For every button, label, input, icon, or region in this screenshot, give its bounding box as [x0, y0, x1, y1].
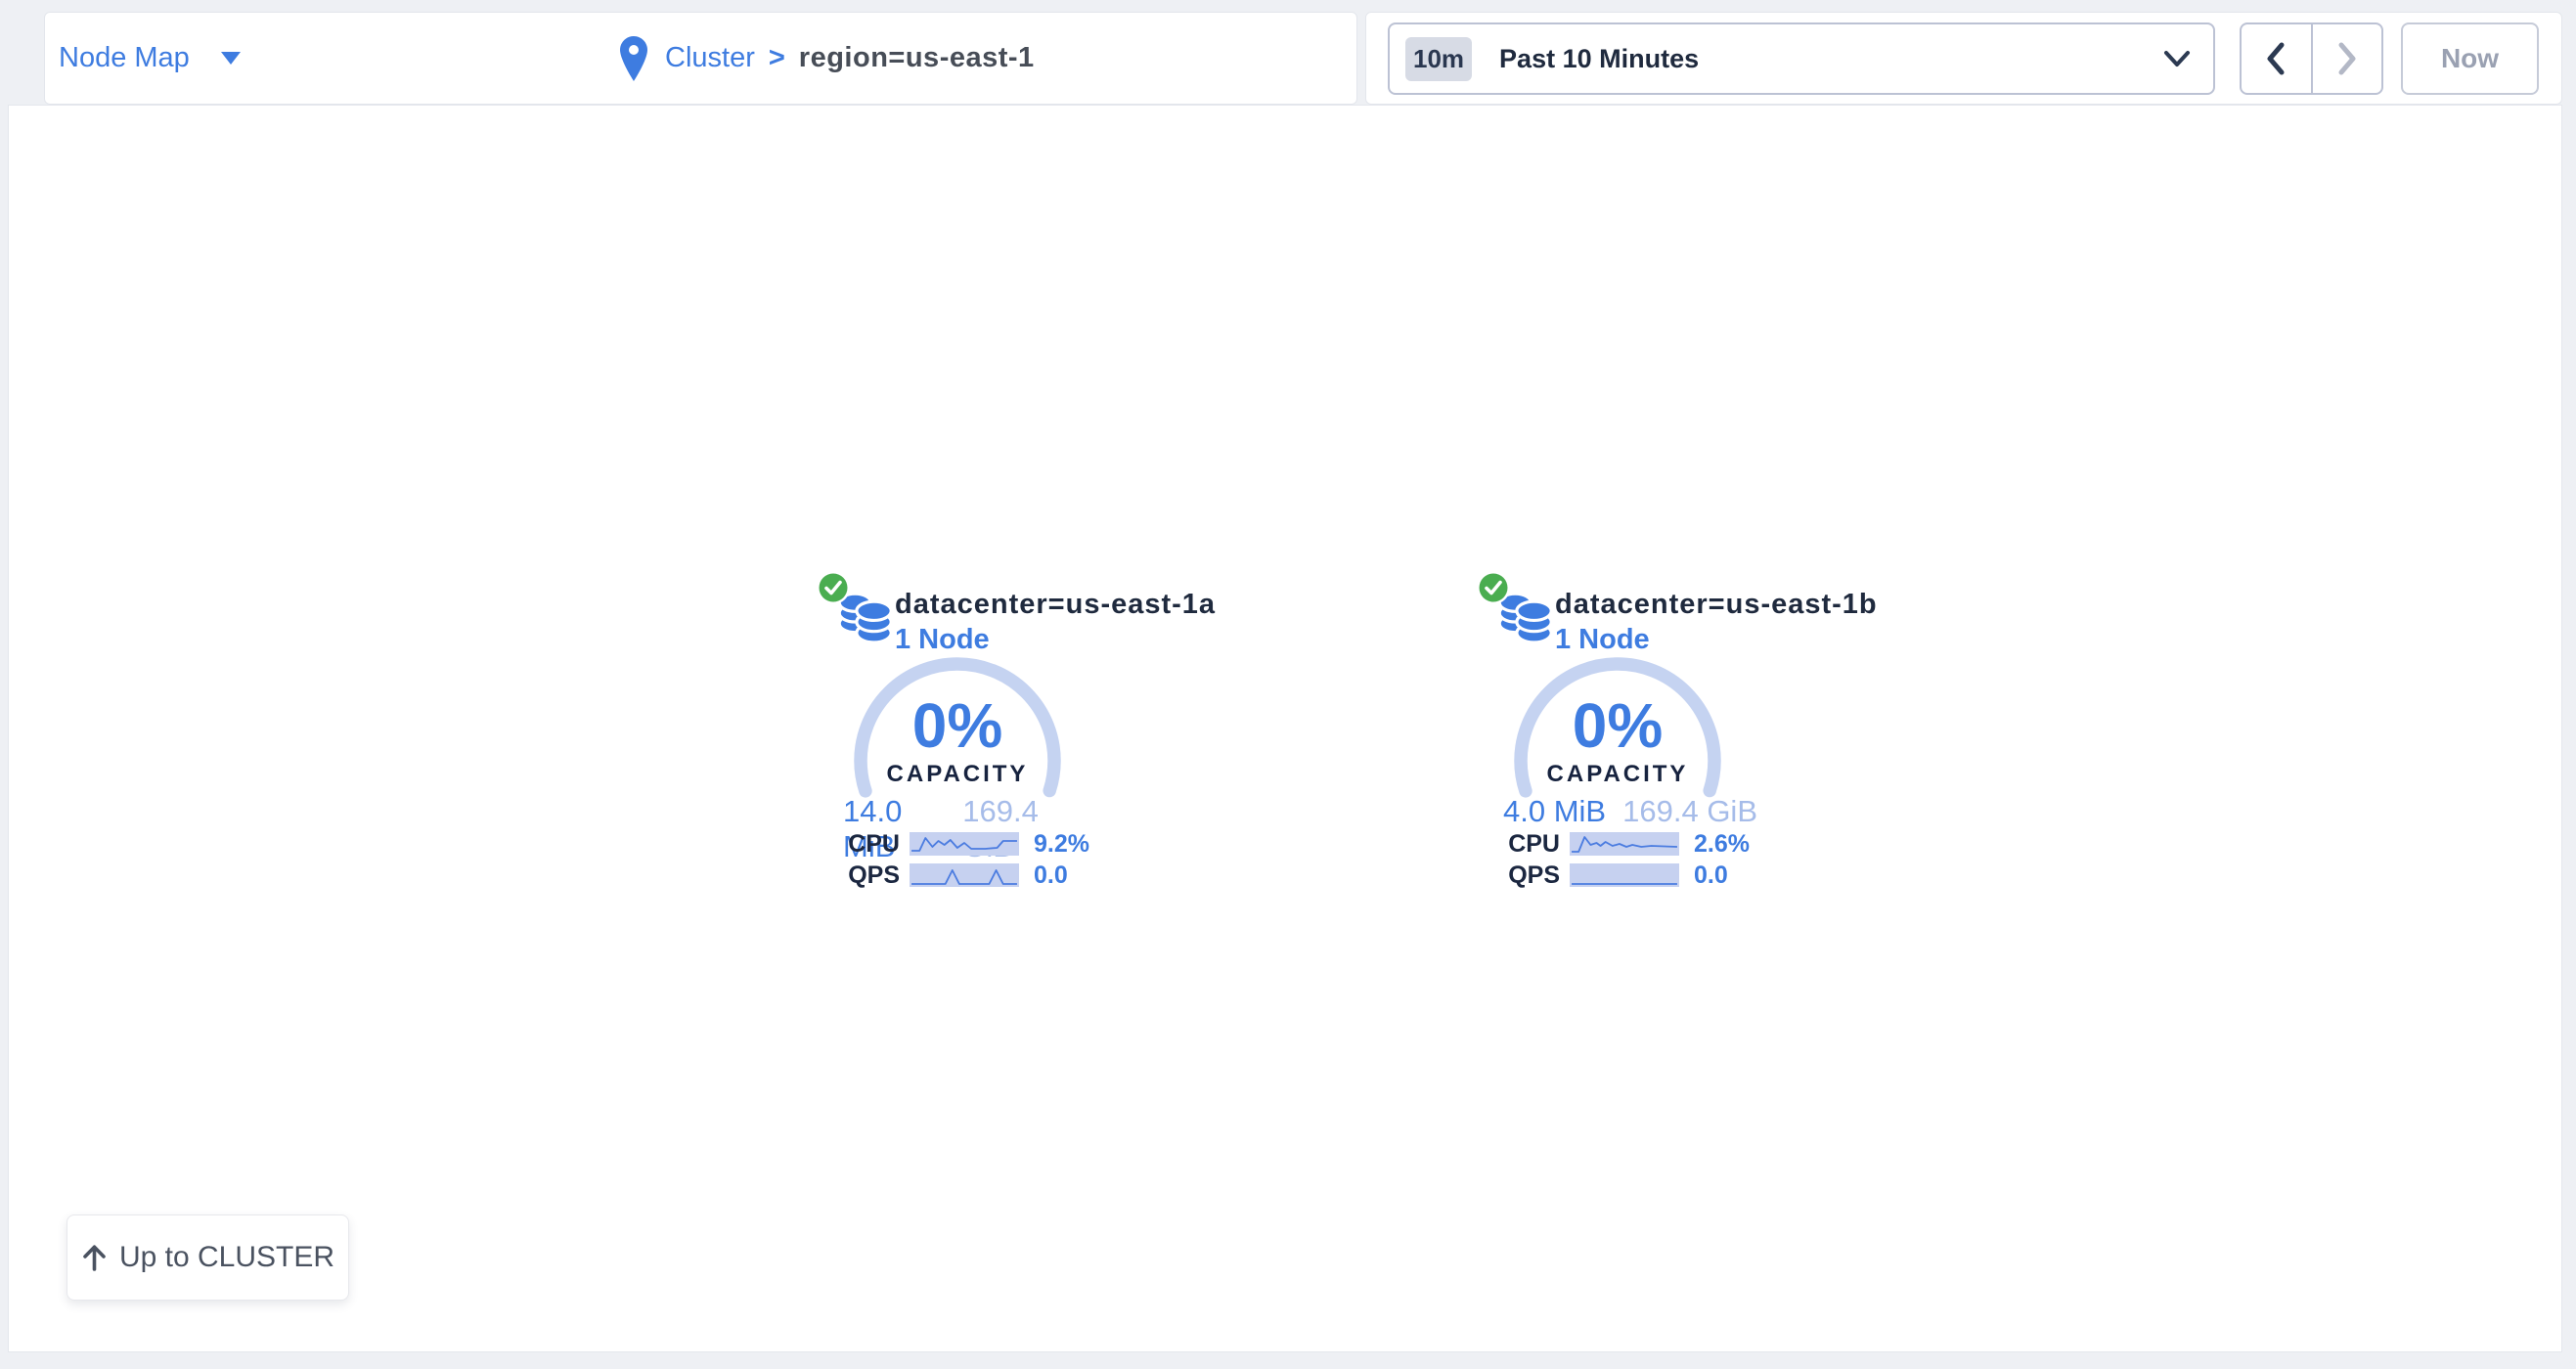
datacenter-card-us-east-1a[interactable]: datacenter=us-east-1a 1 Node 0% CAPACITY… — [802, 557, 1213, 895]
qps-label: QPS — [802, 862, 900, 888]
chevron-left-icon — [2262, 39, 2289, 78]
caret-down-icon — [221, 52, 241, 65]
datacenter-card-us-east-1b[interactable]: datacenter=us-east-1b 1 Node 0% CAPACITY… — [1462, 557, 1873, 895]
datacenter-name: datacenter=us-east-1b — [1555, 589, 1878, 621]
time-prev-button[interactable] — [2242, 24, 2311, 93]
capacity-percent: 0% — [854, 693, 1061, 758]
arrow-up-icon — [81, 1244, 108, 1271]
header-time-card: 10m Past 10 Minutes Now — [1365, 12, 2562, 105]
location-pin-icon — [620, 36, 647, 81]
time-range-badge: 10m — [1405, 37, 1472, 81]
cpu-label: CPU — [802, 831, 900, 857]
qps-sparkline — [1570, 863, 1679, 887]
capacity-label: CAPACITY — [1514, 761, 1721, 788]
now-button[interactable]: Now — [2401, 22, 2539, 95]
capacity-used: 4.0 MiB — [1503, 794, 1606, 829]
cpu-value: 9.2% — [1034, 831, 1089, 857]
chevron-right-icon — [2333, 39, 2361, 78]
qps-value: 0.0 — [1034, 862, 1068, 888]
breadcrumb-current: region=us-east-1 — [799, 42, 1035, 74]
datacenter-name: datacenter=us-east-1a — [895, 589, 1216, 621]
chevron-down-icon — [2162, 49, 2192, 68]
qps-metric-row: QPS 0.0 — [1462, 862, 1873, 888]
time-range-dropdown[interactable]: 10m Past 10 Minutes — [1388, 22, 2215, 95]
capacity-total: 169.4 GiB — [1622, 794, 1757, 829]
cpu-sparkline — [1570, 832, 1679, 856]
qps-value: 0.0 — [1694, 862, 1728, 888]
view-mode-label: Node Map — [59, 42, 190, 74]
node-count-link[interactable]: 1 Node — [895, 624, 990, 656]
map-canvas — [8, 105, 2562, 1352]
view-mode-dropdown[interactable]: Node Map — [59, 13, 241, 104]
cpu-value: 2.6% — [1694, 831, 1750, 857]
cpu-label: CPU — [1462, 831, 1560, 857]
time-next-button[interactable] — [2311, 24, 2382, 93]
node-count-link[interactable]: 1 Node — [1555, 624, 1650, 656]
healthy-check-icon — [816, 570, 851, 605]
breadcrumb-separator: > — [769, 42, 785, 74]
capacity-label: CAPACITY — [854, 761, 1061, 788]
up-to-cluster-button[interactable]: Up to CLUSTER — [67, 1214, 349, 1301]
qps-metric-row: QPS 0.0 — [802, 862, 1213, 888]
node-map-page: Node Map Cluster > region=us-east-1 10m … — [0, 0, 2576, 1369]
time-range-label: Past 10 Minutes — [1499, 44, 1699, 74]
time-nav-group — [2240, 22, 2383, 95]
capacity-values: 4.0 MiB 169.4 GiB — [1503, 794, 1757, 829]
cpu-sparkline — [910, 832, 1019, 856]
healthy-check-icon — [1476, 570, 1511, 605]
cpu-metric-row: CPU 9.2% — [802, 831, 1213, 857]
qps-label: QPS — [1462, 862, 1560, 888]
header-nav-card: Node Map Cluster > region=us-east-1 — [44, 12, 1357, 105]
capacity-percent: 0% — [1514, 693, 1721, 758]
breadcrumb: Cluster > region=us-east-1 — [620, 13, 1035, 104]
up-to-cluster-label: Up to CLUSTER — [119, 1241, 334, 1274]
cpu-metric-row: CPU 2.6% — [1462, 831, 1873, 857]
qps-sparkline — [910, 863, 1019, 887]
breadcrumb-link-cluster[interactable]: Cluster — [665, 42, 755, 74]
